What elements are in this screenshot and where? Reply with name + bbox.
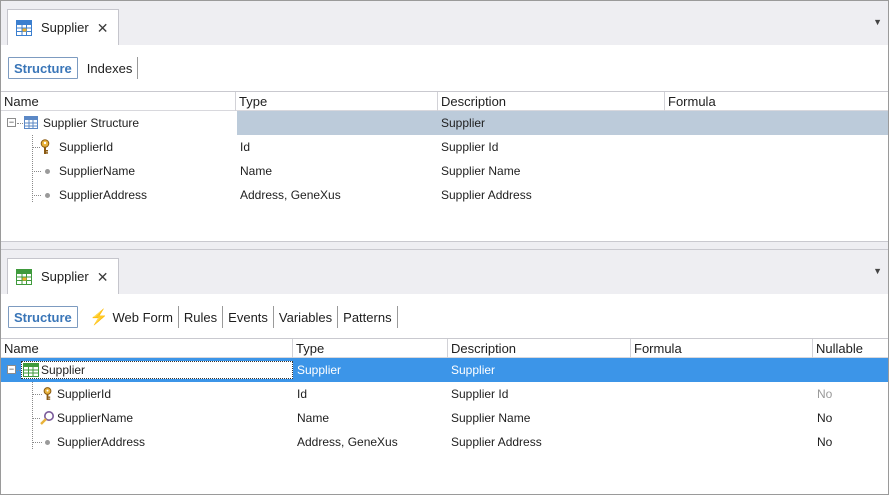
dot-icon <box>45 440 50 445</box>
grid-header: Name Type Description Formula Nullable <box>1 338 888 358</box>
subtab-indexes[interactable]: Indexes <box>82 57 139 79</box>
column-header-type[interactable]: Type <box>236 92 438 111</box>
row-name: SupplierName <box>57 411 134 425</box>
row-description: Supplier Id <box>451 387 509 401</box>
transaction-editor-panel: Supplier ✕ ▼ Structure ⚡ Web Form Rules … <box>1 250 888 494</box>
subtab-structure[interactable]: Structure <box>8 57 78 79</box>
row-name: SupplierAddress <box>59 188 148 202</box>
row-nullable: No <box>817 435 833 449</box>
column-header-type[interactable]: Type <box>293 339 448 358</box>
row-type: Address, GeneXus <box>240 188 341 202</box>
column-header-formula[interactable]: Formula <box>631 339 813 358</box>
subtab-structure[interactable]: Structure <box>8 306 78 328</box>
table-row[interactable]: SupplierId Id Supplier Id No <box>1 382 888 406</box>
structure-grid: Name Type Description Formula − Supplier… <box>1 91 888 207</box>
subtab-rules[interactable]: Rules <box>179 306 224 328</box>
row-name: SupplierId <box>57 387 112 401</box>
structure-grid: Name Type Description Formula Nullable − <box>1 338 888 454</box>
collapse-icon[interactable]: − <box>7 365 16 374</box>
subtab-variables[interactable]: Variables <box>274 306 339 328</box>
row-name: Supplier Structure <box>43 116 140 130</box>
table-row[interactable]: SupplierName Name Supplier Name <box>1 159 888 183</box>
column-header-description[interactable]: Description <box>448 339 631 358</box>
table-icon <box>16 19 32 36</box>
table-row[interactable]: SupplierAddress Address, GeneXus Supplie… <box>1 183 888 207</box>
column-header-nullable[interactable]: Nullable <box>813 339 888 358</box>
editor-subtab-bar: Structure Indexes <box>1 45 888 89</box>
row-description: Supplier <box>441 116 486 130</box>
document-tab-title: Supplier <box>41 269 89 284</box>
grid-header: Name Type Description Formula <box>1 91 888 111</box>
row-description: Supplier Name <box>441 164 521 178</box>
chevron-down-icon[interactable]: ▼ <box>873 17 882 27</box>
column-header-name[interactable]: Name <box>1 92 236 111</box>
row-description: Supplier Address <box>441 188 532 202</box>
row-type: Address, GeneXus <box>297 435 398 449</box>
column-header-description[interactable]: Description <box>438 92 665 111</box>
row-nullable: No <box>817 411 833 425</box>
structure-icon <box>24 116 38 132</box>
dot-icon <box>45 193 50 198</box>
document-tab-strip: Supplier ✕ ▼ <box>1 250 888 294</box>
subtab-patterns[interactable]: Patterns <box>338 306 398 328</box>
row-type: Supplier <box>297 363 342 377</box>
table-row[interactable]: − Supplier Structure Supplier <box>1 111 888 135</box>
subtab-web-form-label: Web Form <box>112 309 173 325</box>
row-name: SupplierName <box>59 164 136 178</box>
transaction-icon <box>16 268 32 285</box>
table-editor-panel: Supplier ✕ ▼ Structure Indexes Name Type… <box>1 1 888 241</box>
close-icon[interactable]: ✕ <box>97 270 109 284</box>
dot-icon <box>45 169 50 174</box>
row-description: Supplier <box>451 363 496 377</box>
lightning-bolt-icon: ⚡ <box>89 309 109 326</box>
row-type: Id <box>240 140 251 154</box>
document-tab-title: Supplier <box>41 20 89 35</box>
subtab-events[interactable]: Events <box>223 306 274 328</box>
document-tab-strip: Supplier ✕ ▼ <box>1 1 888 45</box>
row-name[interactable]: Supplier <box>41 358 85 382</box>
subtab-web-form[interactable]: ⚡ Web Form <box>82 306 179 328</box>
row-nullable: No <box>817 387 833 401</box>
row-name: SupplierId <box>59 140 114 154</box>
level-icon <box>23 363 39 380</box>
chevron-down-icon[interactable]: ▼ <box>873 266 882 276</box>
row-type: Name <box>240 164 273 178</box>
key-icon <box>40 139 50 158</box>
panel-splitter[interactable] <box>1 241 888 250</box>
key-icon <box>43 387 52 404</box>
search-key-icon <box>39 410 55 429</box>
table-row[interactable]: SupplierName Name Supplier Name No <box>1 406 888 430</box>
row-description: Supplier Address <box>451 435 542 449</box>
row-description: Supplier Id <box>441 140 499 154</box>
row-name: SupplierAddress <box>57 435 146 449</box>
document-tab-supplier-table[interactable]: Supplier ✕ <box>7 9 120 45</box>
editor-subtab-bar: Structure ⚡ Web Form Rules Events Variab… <box>1 294 888 338</box>
table-row[interactable]: SupplierAddress Address, GeneXus Supplie… <box>1 430 888 454</box>
table-row-selected[interactable]: − Supplier Supplier Supplier <box>1 358 888 382</box>
close-icon[interactable]: ✕ <box>97 21 109 35</box>
column-header-formula[interactable]: Formula <box>665 92 888 111</box>
collapse-icon[interactable]: − <box>7 118 16 127</box>
table-row[interactable]: SupplierId Id Supplier Id <box>1 135 888 159</box>
row-type: Id <box>297 387 308 401</box>
row-description: Supplier Name <box>451 411 531 425</box>
document-tab-supplier-transaction[interactable]: Supplier ✕ <box>7 258 120 294</box>
row-type: Name <box>297 411 330 425</box>
column-header-name[interactable]: Name <box>1 339 293 358</box>
